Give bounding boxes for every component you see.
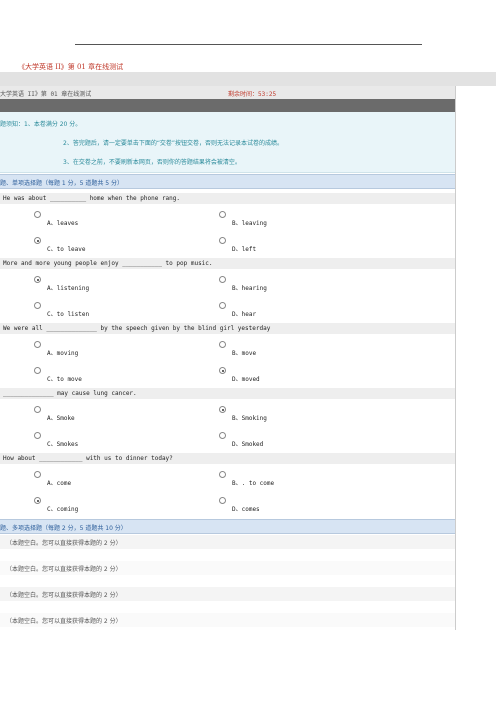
answer-option[interactable]: C、coming: [34, 497, 79, 513]
option-label: D、moved: [232, 376, 260, 383]
blank-question-4: （本题空白。您可以直接获得本题的 2 分）: [0, 613, 455, 627]
radio-button-icon[interactable]: [34, 497, 41, 504]
question-row: How about ____________ with us to dinner…: [0, 453, 455, 464]
radio-button-icon[interactable]: [219, 471, 226, 478]
radio-button-icon[interactable]: [219, 276, 226, 283]
radio-button-icon[interactable]: [34, 367, 41, 374]
radio-button-icon[interactable]: [219, 432, 226, 439]
answer-option[interactable]: B、move: [219, 341, 257, 357]
option-label: A、moving: [47, 350, 79, 357]
test-header: 大学英语 II》第 01 章在线测试 剩余时间：53:25: [0, 86, 455, 99]
answer-option[interactable]: D、Smoked: [219, 432, 264, 448]
blank-note: （本题空白。您可以直接获得本题的 2 分）: [6, 540, 122, 547]
answer-option[interactable]: A、listening: [34, 276, 90, 292]
option-label: A、listening: [47, 285, 90, 292]
answer-option[interactable]: C、Smokes: [34, 432, 79, 448]
question-text: How about ____________ with us to dinner…: [3, 455, 173, 462]
option-label: C、to leave: [47, 246, 86, 253]
option-label: D、comes: [232, 506, 260, 513]
option-label: D、Smoked: [232, 441, 264, 448]
blank-question-2: （本题空白。您可以直接获得本题的 2 分）: [0, 561, 455, 575]
option-label: B、move: [232, 350, 257, 357]
dark-divider-bar: [0, 99, 455, 112]
answer-option[interactable]: A、come: [34, 471, 72, 487]
question-text: More and more young people enjoy _______…: [3, 260, 213, 267]
radio-button-icon[interactable]: [34, 276, 41, 283]
radio-button-icon[interactable]: [219, 497, 226, 504]
question-row: More and more young people enjoy _______…: [0, 258, 455, 269]
answer-option[interactable]: A、Smoke: [34, 406, 75, 422]
test-title: 大学英语 II》第 01 章在线测试: [0, 91, 92, 98]
top-grey-bar: [0, 72, 496, 86]
question-row: ______________ may cause lung cancer.: [0, 388, 455, 399]
option-label: C、to move: [47, 376, 82, 383]
radio-button-icon[interactable]: [34, 237, 41, 244]
radio-button-icon[interactable]: [219, 211, 226, 218]
answer-option[interactable]: A、moving: [34, 341, 79, 357]
answer-option[interactable]: C、to listen: [34, 302, 90, 318]
notice-line-1: 题须知：1、本卷满分 20 分。: [0, 121, 82, 128]
radio-button-icon[interactable]: [34, 471, 41, 478]
option-label: B、leaving: [232, 220, 267, 227]
option-label: A、Smoke: [47, 415, 75, 422]
radio-button-icon[interactable]: [219, 341, 226, 348]
answer-option[interactable]: C、to move: [34, 367, 82, 383]
question-text: ______________ may cause lung cancer.: [3, 390, 137, 397]
option-label: C、to listen: [47, 311, 90, 318]
option-label: B、hearing: [232, 285, 267, 292]
section-multiple-choice-title: 题、多项选择题（每题 2 分，5 道题共 10 分）: [0, 525, 127, 532]
answer-option[interactable]: D、hear: [219, 302, 257, 318]
notice-line-2: 2、答完题后，请一定要单击下面的“交卷”按钮交卷，否则无法记录本试卷的成绩。: [63, 140, 284, 147]
notice-panel: 题须知：1、本卷满分 20 分。 2、答完题后，请一定要单击下面的“交卷”按钮交…: [0, 112, 455, 173]
time-remaining: 剩余时间：53:25: [228, 91, 277, 98]
page-title: 《大学英语 II》第 01 章在线测试: [18, 63, 124, 71]
answer-option[interactable]: B、leaving: [219, 211, 267, 227]
answer-option[interactable]: D、left: [219, 237, 257, 253]
section-multiple-choice: 题、多项选择题（每题 2 分，5 道题共 10 分）: [0, 519, 455, 534]
answer-option[interactable]: B、hearing: [219, 276, 267, 292]
blank-question-3: （本题空白。您可以直接获得本题的 2 分）: [0, 587, 455, 601]
answer-option[interactable]: A、leaves: [34, 211, 79, 227]
answer-option[interactable]: C、to leave: [34, 237, 86, 253]
top-divider: [75, 44, 422, 45]
answer-option[interactable]: B、. to come: [219, 471, 275, 487]
option-label: C、coming: [47, 506, 79, 513]
option-label: B、. to come: [232, 480, 275, 487]
section-single-choice: 题、单项选择题（每题 1 分，5 道题共 5 分）: [0, 174, 455, 189]
notice-line-3: 3、在交卷之前，不要刷新本网页，否则你的答题结果将会被清空。: [63, 159, 241, 166]
blank-note: （本题空白。您可以直接获得本题的 2 分）: [6, 566, 122, 573]
section-single-choice-title: 题、单项选择题（每题 1 分，5 道题共 5 分）: [0, 180, 123, 187]
radio-button-icon[interactable]: [34, 341, 41, 348]
radio-button-icon[interactable]: [34, 432, 41, 439]
option-label: D、hear: [232, 311, 257, 318]
radio-button-icon[interactable]: [34, 302, 41, 309]
radio-button-icon[interactable]: [219, 302, 226, 309]
option-label: D、left: [232, 246, 257, 253]
blank-note: （本题空白。您可以直接获得本题的 2 分）: [6, 618, 122, 625]
radio-button-icon[interactable]: [219, 237, 226, 244]
panel-right-border: [455, 86, 456, 630]
blank-question-1: （本题空白。您可以直接获得本题的 2 分）: [0, 535, 455, 549]
radio-button-icon[interactable]: [34, 406, 41, 413]
blank-note: （本题空白。您可以直接获得本题的 2 分）: [6, 592, 122, 599]
option-label: A、come: [47, 480, 72, 487]
option-label: A、leaves: [47, 220, 79, 227]
answer-option[interactable]: D、comes: [219, 497, 260, 513]
option-label: B、Smoking: [232, 415, 267, 422]
radio-button-icon[interactable]: [219, 406, 226, 413]
question-row: We were all ______________ by the speech…: [0, 323, 455, 334]
question-text: He was about __________ home when the ph…: [3, 195, 181, 202]
radio-button-icon[interactable]: [219, 367, 226, 374]
option-label: C、Smokes: [47, 441, 79, 448]
answer-option[interactable]: D、moved: [219, 367, 260, 383]
question-text: We were all ______________ by the speech…: [3, 325, 271, 332]
answer-option[interactable]: B、Smoking: [219, 406, 267, 422]
question-row: He was about __________ home when the ph…: [0, 193, 455, 204]
radio-button-icon[interactable]: [34, 211, 41, 218]
